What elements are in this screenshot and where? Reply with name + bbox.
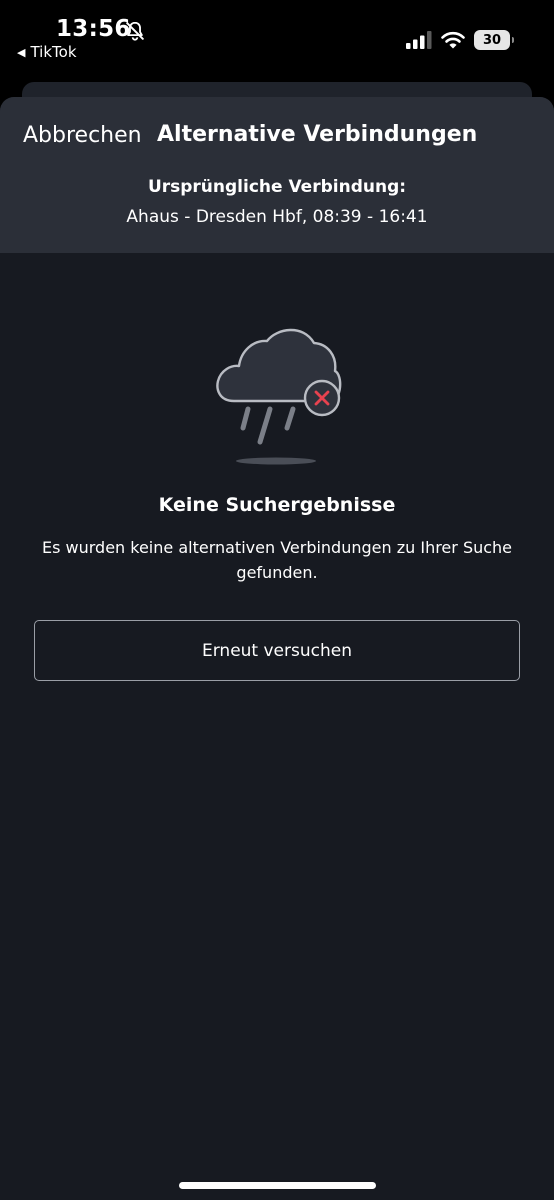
home-indicator[interactable] [179, 1182, 376, 1189]
battery-level: 30 [482, 32, 502, 48]
alternatives-sheet: Abbrechen Alternative Verbindungen Urspr… [0, 97, 554, 1200]
cancel-button[interactable]: Abbrechen [23, 123, 142, 148]
bell-slash-icon [126, 21, 144, 41]
back-app-label: TikTok [30, 43, 77, 61]
status-indicators: 30 [406, 30, 514, 50]
original-connection-label: Ursprüngliche Verbindung: [147, 177, 407, 197]
original-connection-value: Ahaus - Dresden Hbf, 08:39 - 16:41 [126, 207, 428, 227]
wifi-icon [441, 31, 465, 49]
back-triangle-icon: ◀ [17, 45, 26, 59]
page-title: Alternative Verbindungen [157, 122, 478, 147]
retry-button-label: Erneut versuchen [201, 640, 352, 661]
signal-icon [406, 31, 432, 49]
rain-cloud-error-icon [216, 328, 342, 465]
back-to-app-link[interactable]: ◀ TikTok [17, 43, 77, 61]
sheet-header: Abbrechen Alternative Verbindungen Urspr… [0, 97, 554, 253]
empty-state-title: Keine Suchergebnisse [158, 494, 396, 516]
status-time: 13:56 [56, 16, 131, 42]
empty-state-description: Es wurden keine alternativen Verbindunge… [41, 538, 513, 582]
status-bar: 13:56 ◀ TikTok 30 [0, 0, 554, 80]
battery-icon: 30 [474, 30, 514, 50]
retry-button[interactable]: Erneut versuchen [34, 620, 520, 681]
